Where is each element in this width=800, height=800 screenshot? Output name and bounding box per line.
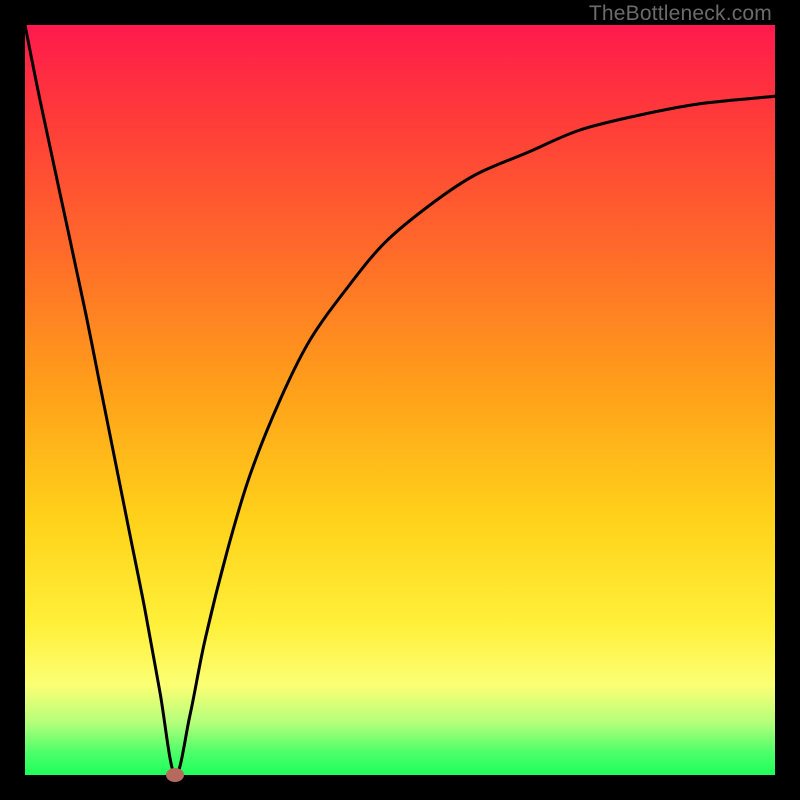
bottleneck-curve <box>25 25 775 775</box>
chart-frame <box>25 25 775 775</box>
minimum-marker <box>166 768 184 782</box>
watermark-text: TheBottleneck.com <box>589 2 772 26</box>
